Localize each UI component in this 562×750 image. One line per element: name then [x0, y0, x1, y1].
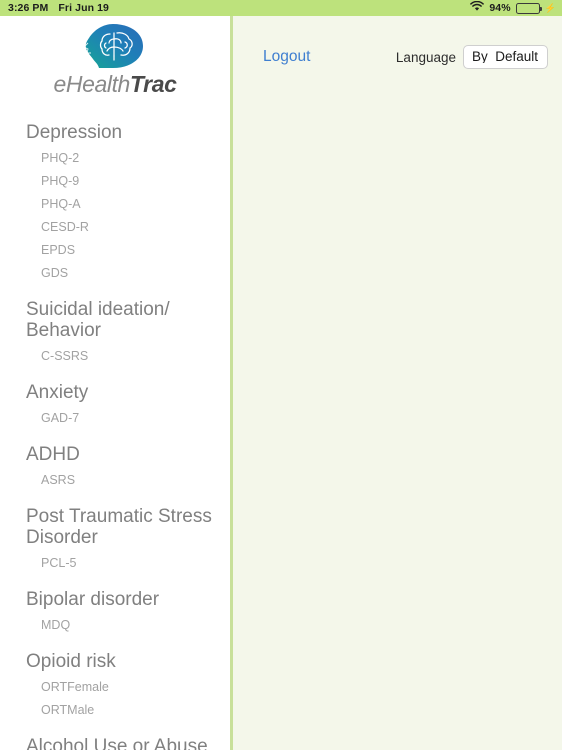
status-bar-time: 3:26 PM	[8, 2, 49, 14]
menu-category[interactable]: Depression	[0, 122, 230, 143]
menu-category[interactable]: Anxiety	[0, 382, 230, 403]
wordmark-light: eHealth	[53, 71, 130, 97]
menu-item[interactable]: CESD-R	[0, 216, 230, 239]
menu-item[interactable]: EPDS	[0, 239, 230, 262]
language-label: Language	[395, 49, 456, 65]
menu-item[interactable]: PHQ-9	[0, 170, 230, 193]
menu-category[interactable]: Post Traumatic Stress Disorder	[0, 506, 230, 548]
menu-item[interactable]: ORTMale	[0, 699, 230, 722]
menu-category[interactable]: Alcohol Use or Abuse	[0, 736, 230, 750]
menu-category[interactable]: Bipolar disorder	[0, 589, 230, 610]
menu-item[interactable]: MDQ	[0, 614, 230, 637]
menu-item[interactable]: ASRS	[0, 469, 230, 492]
battery-icon	[515, 2, 542, 14]
menu-item[interactable]: PHQ-A	[0, 193, 230, 216]
menu-item[interactable]: GDS	[0, 262, 230, 285]
battery-percent-label: 94%	[489, 2, 511, 14]
menu-item[interactable]: GAD-7	[0, 407, 230, 430]
language-control-group: Language By_Default	[395, 44, 548, 70]
logout-link[interactable]: Logout	[263, 48, 310, 66]
sidebar: eHealthTrac Depression PHQ-2 PHQ-9 PHQ-A CES…	[0, 16, 233, 750]
menu-item[interactable]: ORTFemale	[0, 676, 230, 699]
wordmark-bold: Trac	[129, 71, 177, 97]
status-bar: 3:26 PM Fri Jun 19 94% ⚡	[0, 0, 562, 16]
app-root: 3:26 PM Fri Jun 19 94% ⚡ eHealthTrac Dep…	[0, 0, 562, 750]
brand-wordmark: eHealthTrac	[53, 73, 176, 96]
menu-item[interactable]: PHQ-2	[0, 147, 230, 170]
content-panel: Logout Language By_Default	[233, 16, 562, 750]
menu-category[interactable]: Opioid risk	[0, 651, 230, 672]
main-layout: eHealthTrac Depression PHQ-2 PHQ-9 PHQ-A CES…	[0, 16, 562, 750]
head-with-brain-logo	[83, 24, 143, 68]
assessment-menu: Depression PHQ-2 PHQ-9 PHQ-A CESD-R EPDS GDS Su…	[0, 122, 230, 750]
menu-category[interactable]: ADHD	[0, 444, 230, 465]
status-bar-date: Fri Jun 19	[58, 2, 109, 14]
menu-item[interactable]: C-SSRS	[0, 345, 230, 368]
status-bar-indicators: 94% ⚡	[470, 0, 556, 15]
menu-category[interactable]: Suicidal ideation/ Behavior	[0, 299, 230, 341]
brand-logo[interactable]: eHealthTrac	[0, 16, 230, 112]
content-toolbar: Logout Language By_Default	[233, 16, 562, 74]
language-select[interactable]: By_Default	[463, 44, 548, 70]
menu-item[interactable]: PCL-5	[0, 552, 230, 575]
lightning-bolt-icon: ⚡	[544, 2, 556, 13]
wifi-icon	[470, 0, 485, 15]
